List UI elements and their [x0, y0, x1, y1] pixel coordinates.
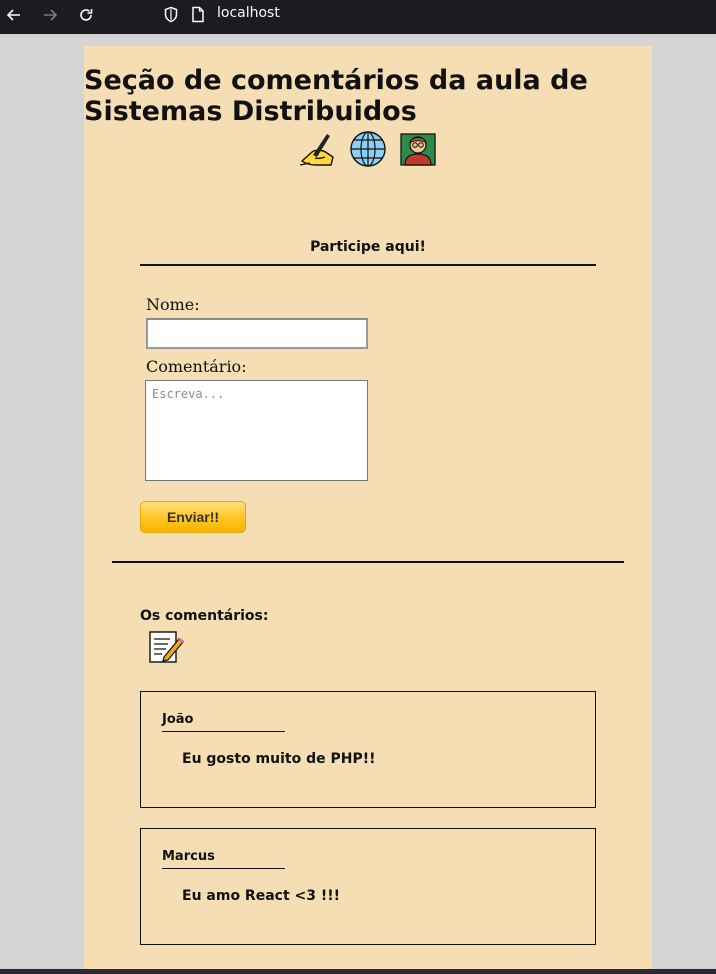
- teacher-icon: [400, 133, 436, 166]
- comment-card: João Eu gosto muito de PHP!!: [140, 691, 596, 808]
- reload-icon: [80, 9, 93, 21]
- submit-button[interactable]: Enviar!!: [140, 501, 246, 533]
- form-heading: Participe aqui!: [310, 239, 426, 255]
- reload-button[interactable]: [72, 3, 100, 27]
- comment-author: João: [162, 712, 285, 732]
- comment-text: Eu amo React <3 !!!: [182, 888, 341, 904]
- url-bar[interactable]: localhost: [155, 0, 716, 29]
- name-label: Nome:: [146, 295, 200, 314]
- name-input[interactable]: [146, 318, 368, 349]
- globe-icon: [350, 131, 386, 167]
- window-bottom-edge: [0, 969, 716, 974]
- comment-page: Seção de comentários da aula de Sistemas…: [84, 46, 652, 974]
- page-icon[interactable]: [191, 6, 205, 23]
- comment-text: Eu gosto muito de PHP!!: [182, 751, 376, 767]
- form-bottom-divider: [112, 561, 624, 563]
- forward-arrow-icon: [44, 9, 58, 21]
- browser-toolbar: localhost: [0, 0, 716, 35]
- writing-hand-icon: [299, 134, 334, 166]
- comment-textarea[interactable]: [145, 380, 368, 481]
- url-text[interactable]: localhost: [217, 5, 280, 21]
- memo-icon: [149, 631, 184, 663]
- shield-icon[interactable]: [163, 6, 179, 23]
- comment-card: Marcus Eu amo React <3 !!!: [140, 828, 596, 945]
- forward-button[interactable]: [36, 3, 64, 27]
- form-top-divider: [140, 264, 596, 266]
- back-arrow-icon: [6, 9, 20, 21]
- back-button[interactable]: [0, 3, 28, 27]
- comment-label: Comentário:: [146, 357, 247, 376]
- comment-author: Marcus: [162, 849, 285, 869]
- comments-heading: Os comentários:: [140, 608, 269, 624]
- page-title: Seção de comentários da aula de Sistemas…: [84, 65, 588, 127]
- toolbar-divider: [0, 34, 716, 37]
